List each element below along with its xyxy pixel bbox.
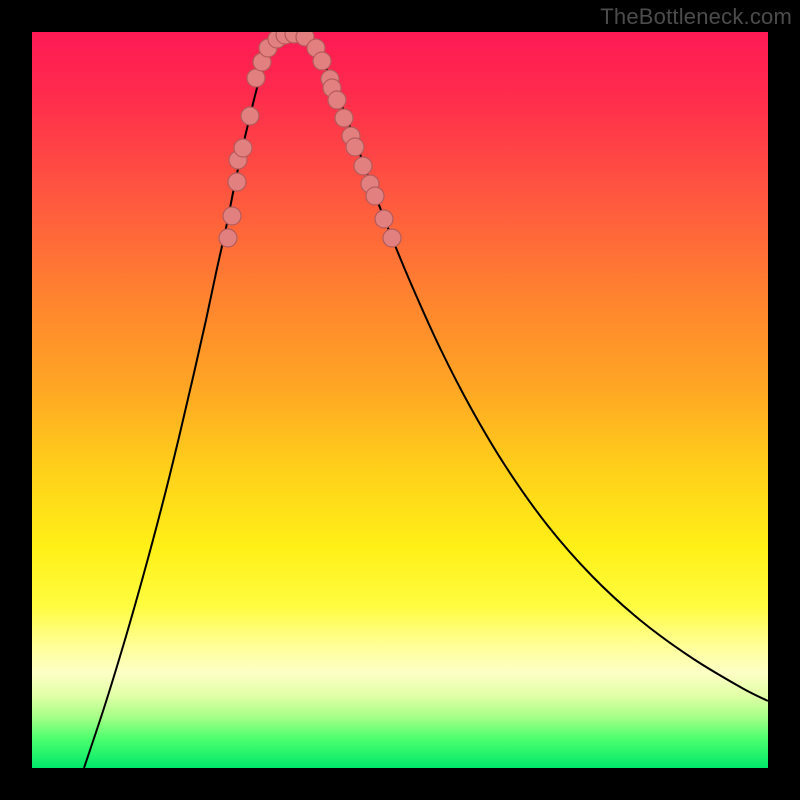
bottleneck-curve <box>84 33 768 768</box>
chart-svg <box>32 32 768 768</box>
data-point <box>354 157 372 175</box>
data-point <box>234 139 252 157</box>
highlight-dots <box>219 32 401 247</box>
data-point <box>219 229 237 247</box>
data-point <box>383 229 401 247</box>
data-point <box>313 52 331 70</box>
data-point <box>328 91 346 109</box>
chart-frame: TheBottleneck.com <box>0 0 800 800</box>
data-point <box>335 109 353 127</box>
data-point <box>228 173 246 191</box>
data-point <box>375 210 393 228</box>
data-point <box>223 207 241 225</box>
data-point <box>366 187 384 205</box>
data-point <box>346 138 364 156</box>
plot-area <box>32 32 768 768</box>
watermark-label: TheBottleneck.com <box>600 4 792 30</box>
data-point <box>247 69 265 87</box>
data-point <box>241 107 259 125</box>
